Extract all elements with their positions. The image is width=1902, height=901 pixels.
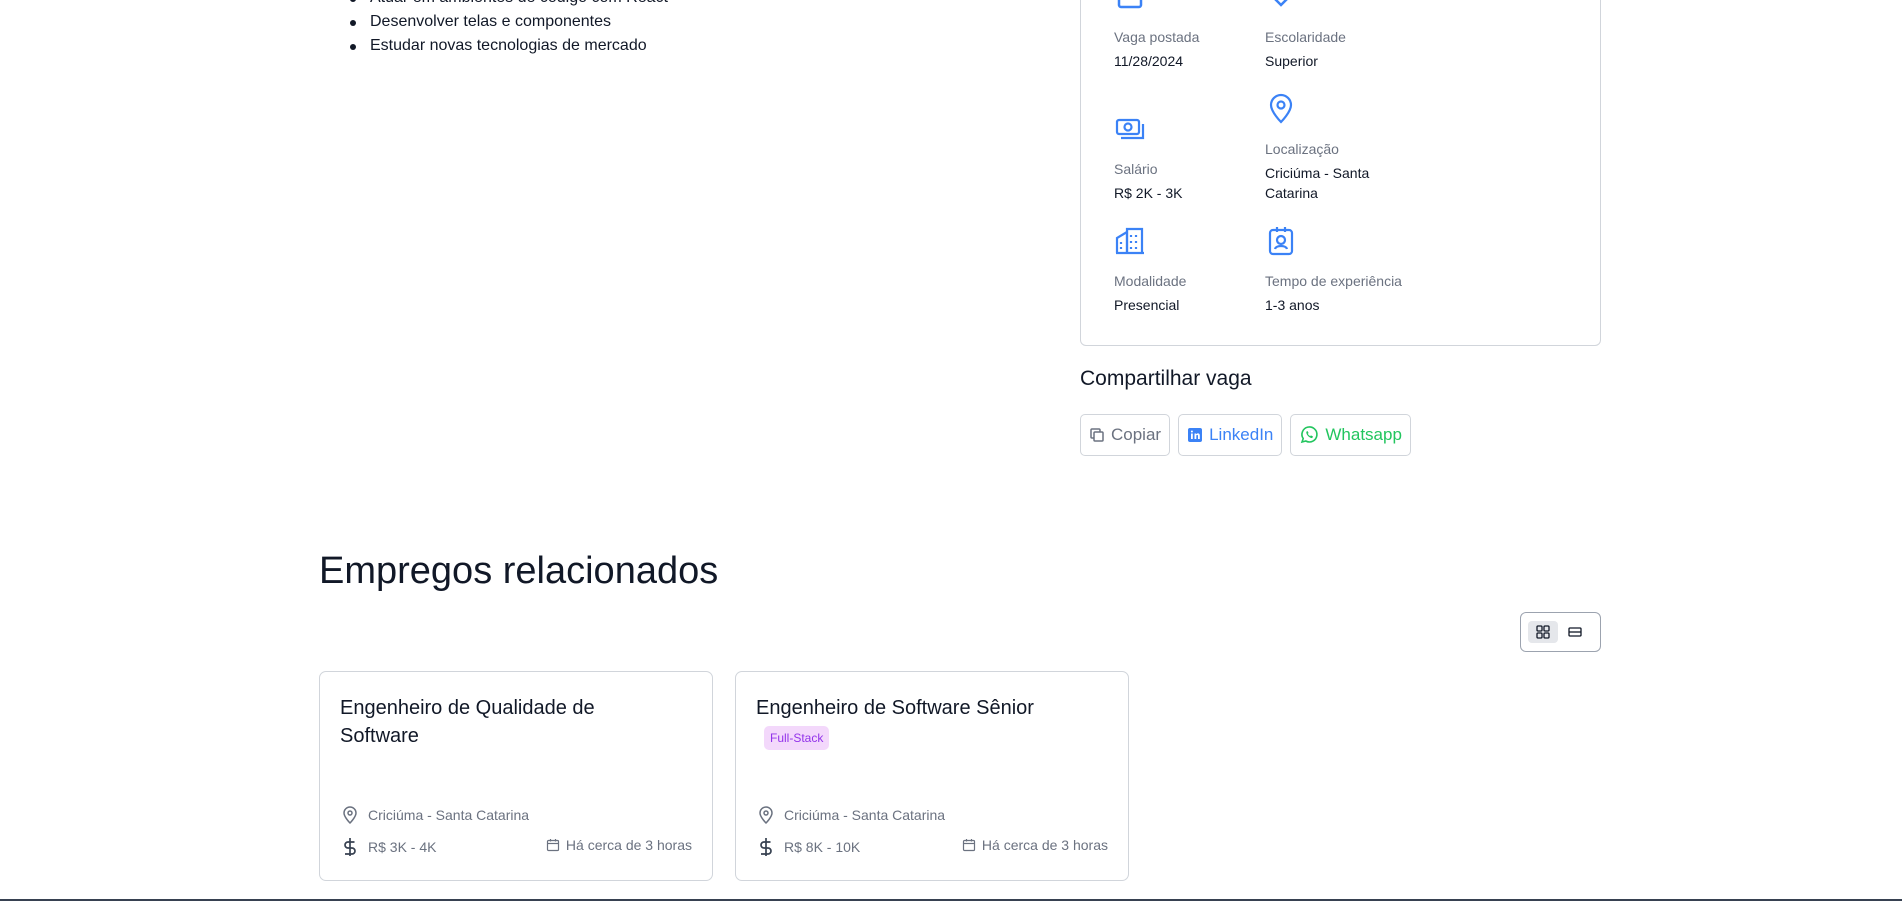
- info-label: Tempo de experiência: [1265, 273, 1402, 289]
- info-label: Vaga postada: [1114, 29, 1200, 45]
- calendar-icon: [546, 839, 560, 852]
- job-location-text: Criciúma - Santa Catarina: [368, 807, 530, 823]
- job-location-text: Criciúma - Santa Catarina: [784, 807, 946, 823]
- badge-icon: [1265, 225, 1297, 257]
- dollar-icon: [760, 838, 772, 856]
- calendar-icon: [1114, 0, 1146, 13]
- info-value: 1-3 anos: [1265, 297, 1320, 313]
- copy-button[interactable]: Copiar: [1080, 414, 1171, 456]
- share-title: Compartilhar vaga: [1080, 367, 1252, 390]
- info-value: Criciúma - Santa Catarina: [1265, 165, 1370, 201]
- info-value: Superior: [1265, 53, 1318, 69]
- info-value: R$ 2K - 3K: [1114, 185, 1183, 201]
- responsibilities-list: Atuar em ambientes de código com React D…: [349, 0, 1069, 58]
- money-icon: [1114, 113, 1146, 145]
- job-location: Criciúma - Santa Catarina: [756, 805, 945, 825]
- job-salary: R$ 3K - 4K: [340, 837, 436, 857]
- job-title[interactable]: Engenheiro de Software Sênior: [756, 694, 1086, 722]
- map-pin-icon: [1265, 93, 1297, 125]
- grid-icon: [1536, 625, 1550, 639]
- info-modality: Modalidade Presencial: [1114, 225, 1274, 315]
- job-title[interactable]: Engenheiro de Qualidade de Software: [340, 694, 670, 750]
- info-posted: Vaga postada 11/28/2024: [1114, 0, 1274, 71]
- info-label: Modalidade: [1114, 273, 1187, 289]
- job-posted: Há cerca de 3 horas: [962, 837, 1108, 853]
- info-value: 11/28/2024: [1114, 53, 1184, 69]
- info-value: Presencial: [1114, 297, 1180, 313]
- job-posted: Há cerca de 3 horas: [546, 837, 692, 853]
- whatsapp-icon: [1301, 426, 1319, 444]
- copy-button-label: Copiar: [1111, 425, 1162, 444]
- copy-icon: [1090, 428, 1104, 442]
- graduation-cap-icon: [1265, 0, 1297, 13]
- job-card[interactable]: Engenheiro de Qualidade de Software Cric…: [319, 671, 713, 881]
- job-card[interactable]: Engenheiro de Software Sênior Full-Stack…: [735, 671, 1129, 881]
- whatsapp-button-label: Whatsapp: [1325, 425, 1402, 444]
- list-icon: [1568, 627, 1582, 637]
- info-experience: Tempo de experiência 1-3 anos: [1265, 225, 1425, 315]
- job-info-card: Vaga postada 11/28/2024 Escolaridade Sup…: [1080, 0, 1601, 346]
- info-label: Localização: [1265, 141, 1339, 157]
- linkedin-button[interactable]: LinkedIn: [1178, 414, 1283, 456]
- info-location: Localização Criciúma - Santa Catarina: [1265, 93, 1425, 203]
- info-label: Escolaridade: [1265, 29, 1346, 45]
- linkedin-button-label: LinkedIn: [1209, 425, 1274, 444]
- job-tag-badge: Full-Stack: [764, 726, 830, 750]
- whatsapp-button[interactable]: Whatsapp: [1290, 414, 1411, 456]
- share-buttons: Copiar LinkedIn Whatsapp: [1080, 414, 1411, 456]
- job-salary-text: R$ 3K - 4K: [368, 839, 437, 855]
- dollar-icon: [344, 838, 356, 856]
- view-toggle: [1520, 612, 1601, 652]
- building-icon: [1114, 225, 1146, 257]
- map-pin-icon: [343, 806, 357, 825]
- list-item: Estudar novas tecnologias de mercado: [349, 34, 1069, 58]
- linkedin-icon: [1188, 428, 1203, 442]
- info-label: Salário: [1114, 161, 1158, 177]
- job-posted-text: Há cerca de 3 horas: [981, 837, 1108, 853]
- related-jobs-title: Empregos relacionados: [319, 550, 719, 592]
- list-view-toggle[interactable]: [1560, 621, 1590, 643]
- info-salary: Salário R$ 2K - 3K: [1114, 113, 1274, 203]
- job-salary: R$ 8K - 10K: [756, 837, 860, 857]
- list-item: Atuar em ambientes de código com React: [349, 0, 1069, 10]
- info-education: Escolaridade Superior: [1265, 0, 1425, 71]
- job-location: Criciúma - Santa Catarina: [340, 805, 529, 825]
- job-salary-text: R$ 8K - 10K: [784, 839, 861, 855]
- list-item: Desenvolver telas e componentes: [349, 10, 1069, 34]
- calendar-icon: [962, 839, 976, 852]
- grid-view-toggle[interactable]: [1528, 621, 1558, 643]
- map-pin-icon: [759, 806, 773, 825]
- job-posted-text: Há cerca de 3 horas: [565, 837, 692, 853]
